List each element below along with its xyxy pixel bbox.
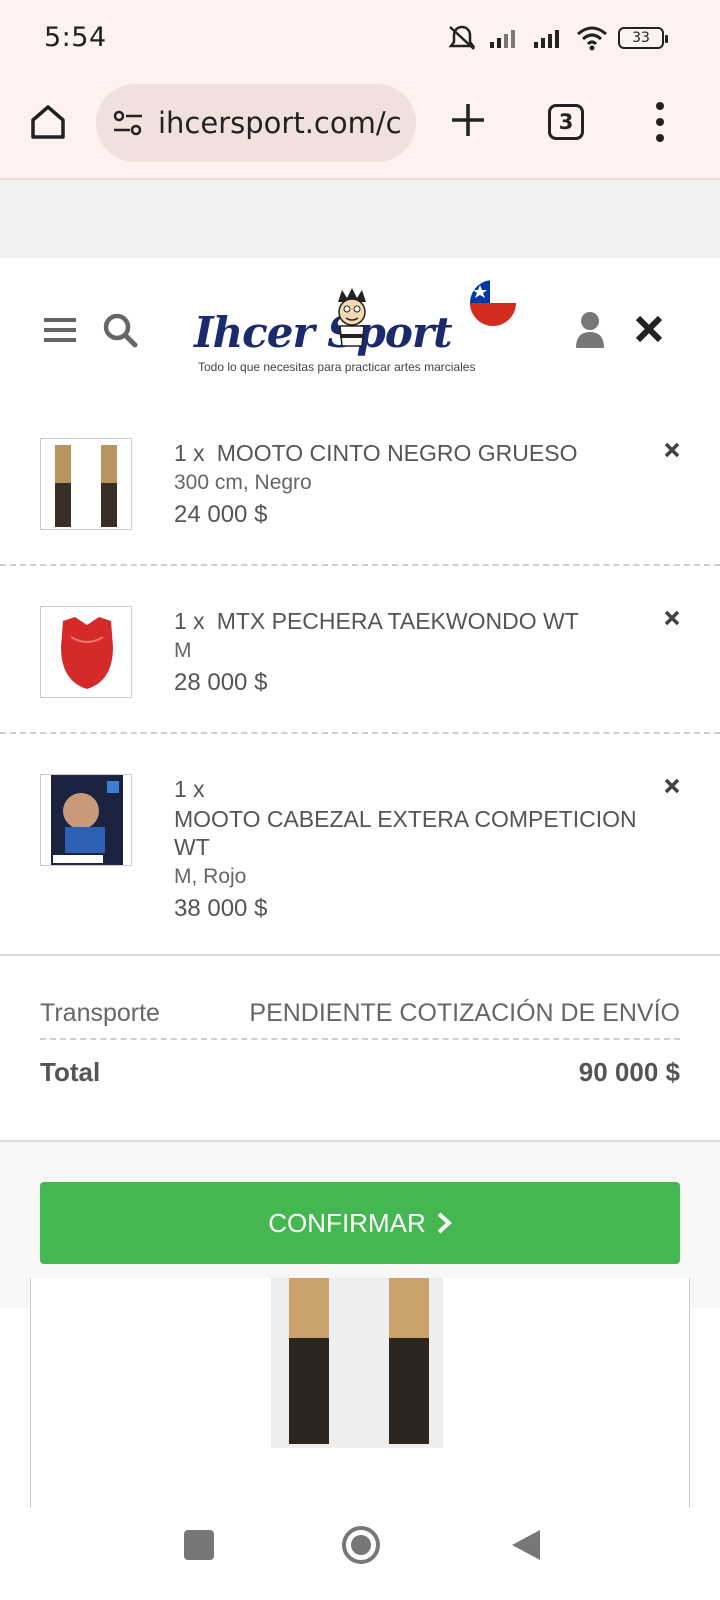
product-thumbnail[interactable] xyxy=(40,606,132,698)
item-variant: 300 cm, Negro xyxy=(174,471,312,494)
back-icon[interactable] xyxy=(510,1528,542,1562)
signal-icon xyxy=(490,30,515,48)
url-text[interactable]: ihcersport.com/c xyxy=(158,106,403,140)
cart-item: 1 x MOOTO CINTO NEGRO GRUESO 300 cm, Negr… xyxy=(0,408,720,566)
item-name[interactable]: MOOTO CABEZAL EXTERA COMPETICION WT xyxy=(174,805,640,861)
chile-flag-icon xyxy=(470,280,516,326)
tab-switcher-button[interactable]: 3 xyxy=(548,104,584,140)
shipping-row: Transporte PENDIENTE COTIZACIÓN DE ENVÍO xyxy=(40,988,680,1040)
item-details: 1 x MOOTO CABEZAL EXTERA COMPETICION WT … xyxy=(174,776,640,923)
new-tab-icon[interactable] xyxy=(448,100,488,140)
wifi-icon xyxy=(577,26,607,51)
cart-summary: Transporte PENDIENTE COTIZACIÓN DE ENVÍO… xyxy=(40,988,680,1104)
product-page-background xyxy=(0,1278,720,1518)
menu-icon[interactable] xyxy=(44,316,76,344)
home-button-icon[interactable] xyxy=(340,1524,382,1566)
remove-item-icon[interactable] xyxy=(664,778,680,794)
more-options-icon[interactable] xyxy=(648,100,672,144)
item-qty: 1 x xyxy=(174,608,205,634)
item-price: 38 000 $ xyxy=(174,895,268,922)
total-value: 90 000 $ xyxy=(578,1056,680,1087)
chevron-right-icon xyxy=(437,1212,452,1234)
item-details: 1 x MTX PECHERA TAEKWONDO WT M 28 000 $ xyxy=(174,608,640,697)
item-price: 28 000 $ xyxy=(174,669,268,696)
total-label: Total xyxy=(40,1056,101,1087)
item-name[interactable]: MOOTO CINTO NEGRO GRUESO xyxy=(217,440,578,466)
logo-tagline: Todo lo que necesitas para practicar art… xyxy=(198,360,476,374)
search-icon[interactable] xyxy=(102,312,138,348)
recent-apps-icon[interactable] xyxy=(184,1530,214,1560)
site-logo[interactable]: Ihcer Sport Todo lo que necesitas para p… xyxy=(194,280,524,380)
user-icon[interactable] xyxy=(574,310,606,348)
item-qty-line: 1 x MOOTO CINTO NEGRO GRUESO xyxy=(174,440,640,467)
cart-item: 1 x MTX PECHERA TAEKWONDO WT M 28 000 $ xyxy=(0,566,720,734)
home-icon[interactable] xyxy=(28,102,68,142)
product-image[interactable] xyxy=(271,1278,443,1448)
browser-toolbar: ihcersport.com/c 3 xyxy=(0,78,720,180)
page-top-band xyxy=(0,180,720,260)
remove-item-icon[interactable] xyxy=(664,610,680,626)
product-image-frame xyxy=(30,1278,690,1518)
mute-icon xyxy=(448,25,476,50)
shipping-value: PENDIENTE COTIZACIÓN DE ENVÍO xyxy=(249,998,680,1027)
site-header: Ihcer Sport Todo lo que necesitas para p… xyxy=(0,258,720,408)
shipping-label: Transporte xyxy=(40,998,160,1027)
item-variant: M xyxy=(174,639,192,662)
item-qty-line: 1 x MTX PECHERA TAEKWONDO WT xyxy=(174,608,640,635)
system-nav-bar xyxy=(0,1508,720,1600)
close-cart-icon[interactable] xyxy=(634,314,664,344)
product-thumbnail[interactable] xyxy=(40,438,132,530)
confirm-button[interactable]: CONFIRMAR xyxy=(40,1182,680,1264)
system-icons: 33 xyxy=(446,24,668,52)
item-name[interactable]: MTX PECHERA TAEKWONDO WT xyxy=(217,608,579,634)
status-time: 5:54 xyxy=(44,22,107,53)
item-qty: 1 x xyxy=(174,440,205,466)
item-price: 24 000 $ xyxy=(174,501,268,528)
item-details: 1 x MOOTO CINTO NEGRO GRUESO 300 cm, Negr… xyxy=(174,440,640,529)
mascot-icon xyxy=(338,288,366,347)
cart-item: 1 x MOOTO CABEZAL EXTERA COMPETICION WT … xyxy=(0,734,720,956)
logo-text: Ihcer Sport xyxy=(194,308,452,357)
signal-icon-2 xyxy=(534,30,559,48)
total-row: Total 90 000 $ xyxy=(40,1040,680,1104)
item-variant: M, Rojo xyxy=(174,865,247,888)
confirm-label: CONFIRMAR xyxy=(268,1207,426,1238)
site-settings-icon[interactable] xyxy=(112,109,144,137)
status-bar: 5:54 33 xyxy=(0,0,720,78)
product-thumbnail[interactable] xyxy=(40,774,132,866)
remove-item-icon[interactable] xyxy=(664,442,680,458)
item-qty: 1 x xyxy=(174,776,205,802)
url-bar[interactable]: ihcersport.com/c xyxy=(96,84,416,162)
battery-icon: 33 xyxy=(618,27,668,49)
